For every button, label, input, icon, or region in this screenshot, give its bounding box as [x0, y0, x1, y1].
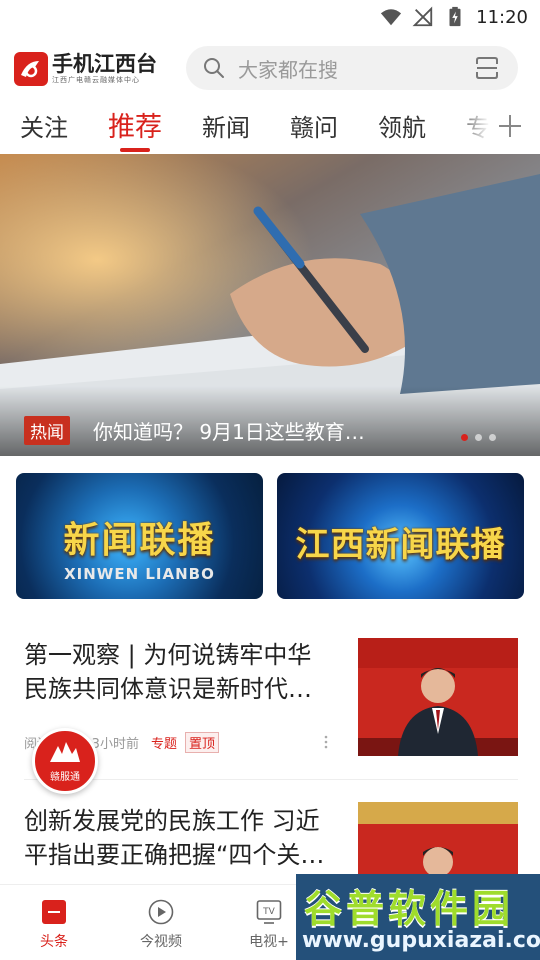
program-card-jiangxi-lianbo[interactable]: 江西新闻联播 [277, 473, 524, 599]
nav-headlines[interactable]: 头条 [14, 899, 94, 951]
banner-title: 你知道吗？ 9月1日这些教育… [93, 420, 365, 444]
news-special-label: 专题 [150, 737, 177, 752]
program-cards: 新闻联播 XINWEN LIANBO 江西新闻联播 [16, 473, 524, 599]
tab-news[interactable]: 新闻 [202, 108, 250, 143]
pager-dot[interactable] [489, 434, 496, 441]
tab-linghang[interactable]: 领航 [378, 108, 426, 143]
status-bar: 11:20 [0, 0, 540, 36]
more-options-icon[interactable] [322, 734, 330, 750]
news-list-item[interactable]: 创新发展党的民族工作 习近平指出要正确把握“四个关… [0, 786, 540, 920]
ganfutong-float-button[interactable]: 赣服通 [32, 728, 98, 794]
search-bar[interactable]: 大家都在搜 [186, 46, 518, 90]
float-button-label: 赣服通 [50, 771, 80, 783]
scan-icon[interactable] [474, 55, 500, 81]
site-watermark: 谷普软件园 www.gupuxiazai.com [296, 874, 540, 960]
banner-tag: 热闻 [24, 416, 70, 445]
logo-subtitle: 江西广电赣云融媒体中心 [52, 76, 140, 84]
logo-title: 手机江西台 [52, 52, 157, 76]
add-channel-icon[interactable] [496, 112, 524, 140]
nav-label: 今视频 [140, 934, 182, 950]
news-title: 创新发展党的民族工作 习近平指出要正确把握“四个关… [24, 807, 325, 869]
hero-banner[interactable]: 热闻 你知道吗？ 9月1日这些教育… [0, 154, 540, 456]
news-thumbnail [358, 638, 518, 756]
status-time: 11:20 [476, 6, 528, 28]
tab-active-indicator [120, 148, 150, 152]
tab-fade [450, 100, 490, 154]
pager-dot[interactable] [475, 434, 482, 441]
svg-text:TV: TV [262, 907, 275, 917]
battery-charging-icon [449, 6, 461, 27]
logo-mark-icon [14, 52, 48, 86]
program-card-subtitle: XINWEN LIANBO [64, 565, 215, 583]
search-icon [204, 58, 224, 78]
news-title: 第一观察 | 为何说铸牢中华民族共同体意识是新时代… [24, 641, 312, 703]
nav-label: 头条 [40, 934, 68, 950]
headlines-icon [42, 900, 66, 924]
watermark-url: www.gupuxiazai.com [302, 928, 540, 953]
app-logo[interactable]: 手机江西台 江西广电赣云融媒体中心 [14, 52, 157, 86]
banner-pager [461, 434, 496, 441]
app-header: 手机江西台 江西广电赣云融媒体中心 大家都在搜 [0, 36, 540, 100]
news-pin-badge: 置顶 [184, 732, 219, 753]
nav-label: 电视+ [249, 934, 289, 950]
watermark-title: 谷普软件园 [304, 887, 515, 931]
no-signal-icon [412, 6, 433, 27]
program-card-title: 新闻联播 [63, 520, 216, 561]
wifi-icon [381, 9, 402, 26]
search-placeholder: 大家都在搜 [238, 57, 338, 82]
tab-ganwen[interactable]: 赣问 [290, 108, 338, 143]
news-divider [24, 779, 518, 780]
tab-follow[interactable]: 关注 [20, 108, 68, 143]
tv-icon: TV [256, 900, 282, 924]
mountain-logo-icon [50, 741, 80, 762]
pager-dot[interactable] [461, 434, 468, 441]
nav-video[interactable]: 今视频 [121, 899, 201, 951]
play-circle-icon [148, 899, 174, 925]
program-card-title: 江西新闻联播 [295, 525, 506, 565]
tab-recommend[interactable]: 推荐 [108, 105, 162, 144]
channel-tabs: 关注 推荐 新闻 赣问 领航 专 [0, 100, 540, 154]
program-card-xinwen-lianbo[interactable]: 新闻联播 XINWEN LIANBO [16, 473, 263, 599]
